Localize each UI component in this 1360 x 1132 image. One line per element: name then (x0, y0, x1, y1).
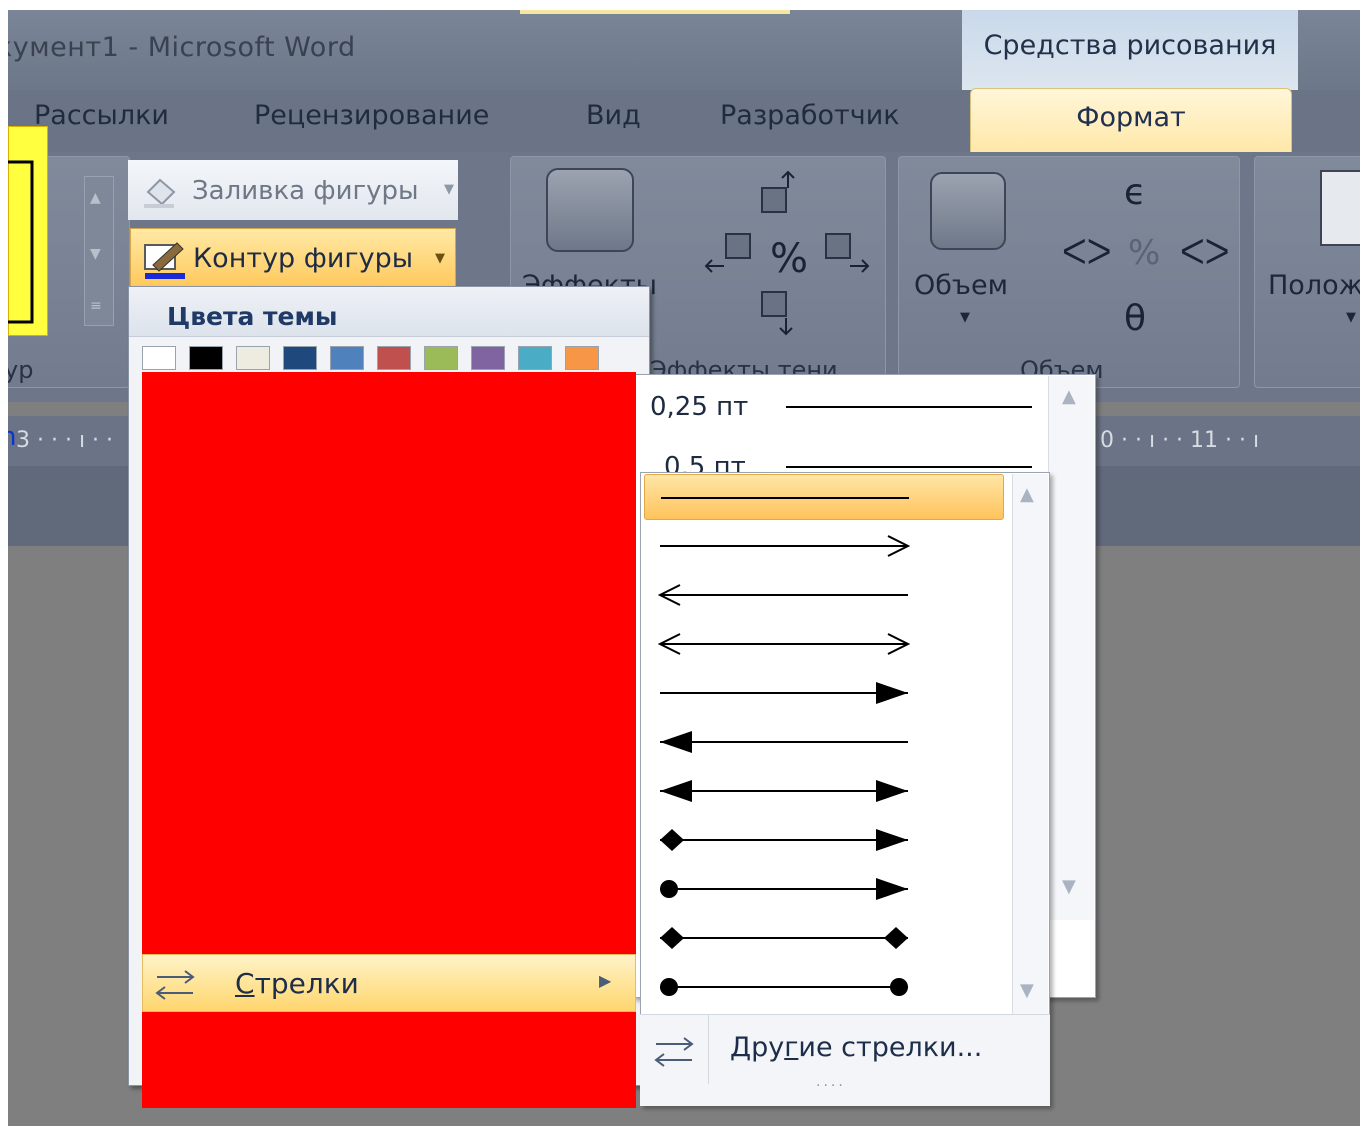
theme-color-swatch[interactable] (330, 346, 364, 370)
gallery-more-icon[interactable]: ≡ (90, 298, 102, 314)
theme-color-swatch[interactable] (236, 346, 270, 370)
arrow-style-arrow-both[interactable] (644, 621, 1004, 667)
theme-color-swatch[interactable] (471, 346, 505, 370)
drawing-tools-title: Средства рисования (983, 30, 1277, 61)
theme-colors-title: Цвета темы (167, 302, 338, 331)
svg-text:%: % (1128, 233, 1160, 273)
arrow-style-triangle-left[interactable] (644, 719, 1004, 765)
svg-text:θ: θ (1124, 298, 1146, 339)
theme-color-swatch[interactable] (518, 346, 552, 370)
svg-text:ϵ: ϵ (1124, 172, 1146, 213)
arrow-style-arrow-right-icon (660, 535, 911, 557)
pencil-outline-icon (144, 242, 185, 279)
arrow-style-triangle-right-icon (660, 682, 908, 704)
volume-dropdown-icon[interactable]: ▼ (960, 310, 970, 325)
arrow-style-diamond-triangle[interactable] (644, 817, 1004, 863)
arrow-style-oval-triangle-icon (660, 878, 908, 900)
arrow-scroll-up-icon[interactable]: ▲ (1020, 484, 1034, 505)
arrow-style-triangle-both-icon (660, 780, 908, 802)
tab-mailings[interactable]: Рассылки (34, 100, 169, 131)
tab-review[interactable]: Рецензирование (254, 100, 489, 131)
svg-text:%: % (770, 236, 808, 282)
shadow-nudge-icons[interactable]: % (700, 168, 870, 338)
arrow-style-oval-oval[interactable] (644, 964, 1004, 1010)
arrow-style-triangle-left-icon (660, 731, 908, 753)
tilt-icons[interactable]: ϵ ᐸᐳ % ᐸᐳ θ (1052, 166, 1232, 346)
gallery-down-icon[interactable]: ▼ (90, 246, 101, 262)
outline-dropdown-icon: ▼ (435, 251, 445, 266)
position-dropdown-icon[interactable]: ▼ (1346, 310, 1356, 325)
weight-scroll-up-icon[interactable]: ▲ (1062, 386, 1076, 407)
app-window: кумент1 - Microsoft Word Средства рисова… (8, 10, 1360, 1126)
weight-option-025[interactable]: 0,25 пт (650, 392, 748, 422)
arrow-style-triangle-both[interactable] (644, 768, 1004, 814)
weight-scroll-down-icon[interactable]: ▼ (1062, 876, 1076, 897)
shape-fill-button[interactable]: Заливка фигуры ▼ (128, 160, 458, 220)
arrow-style-arrow-left[interactable] (644, 572, 1004, 618)
tab-view[interactable]: Вид (586, 100, 641, 131)
arrow-style-diamond-diamond[interactable] (644, 915, 1004, 961)
more-arrows-divider (708, 1014, 709, 1084)
shape-fill-label: Заливка фигуры (192, 176, 419, 206)
shape-outline-label: Контур фигуры (193, 243, 414, 274)
arrow-style-arrow-right[interactable] (644, 523, 1004, 569)
theme-colors-header: Цвета темы (129, 287, 649, 337)
tab-developer[interactable]: Разработчик (720, 100, 900, 131)
theme-color-swatch[interactable] (142, 346, 176, 370)
black-outline (8, 160, 34, 324)
resize-grip-icon[interactable]: ···· (816, 1078, 846, 1094)
volume-3d-icon[interactable] (930, 172, 1006, 250)
left-link-fragment: n (8, 422, 17, 452)
tab-format[interactable]: Формат (970, 102, 1292, 133)
paint-bucket-icon (144, 178, 176, 208)
svg-text:ᐸᐳ: ᐸᐳ (1062, 233, 1112, 273)
arrow-style-arrow-both-icon (657, 633, 911, 655)
position-label[interactable]: Полож (1268, 270, 1360, 301)
more-arrows-icon (654, 1037, 694, 1067)
theme-color-swatch[interactable] (565, 346, 599, 370)
weight-line-025 (786, 406, 1032, 408)
arrow-style-oval-triangle[interactable] (644, 866, 1004, 912)
fill-dropdown-icon: ▼ (444, 182, 454, 197)
theme-color-swatch[interactable] (424, 346, 458, 370)
volume-label[interactable]: Объем (914, 270, 1008, 301)
arrow-style-line[interactable] (644, 474, 1004, 520)
arrow-scroll-down-icon[interactable]: ▼ (1020, 980, 1034, 1001)
svg-text:ᐸᐳ: ᐸᐳ (1180, 233, 1230, 273)
styles-group-label: ур (8, 356, 34, 384)
arrow-style-oval-oval-icon (660, 978, 908, 996)
arrow-style-diamond-triangle-icon (660, 829, 908, 851)
title-highlight (520, 10, 790, 14)
shape-outline-button[interactable]: Контур фигуры ▼ (130, 228, 456, 288)
gallery-up-icon[interactable]: ▲ (90, 190, 101, 206)
arrow-style-triangle-right[interactable] (644, 670, 1004, 716)
window-title: кумент1 - Microsoft Word (8, 32, 356, 63)
theme-color-swatch[interactable] (189, 346, 223, 370)
arrow-style-diamond-diamond-icon (660, 927, 908, 949)
shadow-effects-icon[interactable] (546, 168, 634, 252)
more-arrows-label[interactable]: Другие стрелки... (730, 1032, 982, 1063)
arrow-styles-scrollbar[interactable] (1012, 474, 1048, 1014)
arrows-item-label: Стрелки (235, 967, 359, 1000)
weight-line-05 (786, 466, 1032, 468)
arrows-icon (155, 970, 195, 1000)
position-icon[interactable] (1320, 170, 1360, 246)
ruler-right-marks: 0 · · ı · · 11 · · ı (1100, 428, 1260, 453)
arrow-style-line-icon (661, 497, 909, 499)
theme-color-swatch[interactable] (283, 346, 317, 370)
weight-scrollbar[interactable] (1048, 376, 1094, 920)
ruler-left-marks: 3 · · · ı · · (16, 428, 114, 453)
theme-color-swatch[interactable] (377, 346, 411, 370)
menu-item-arrows[interactable]: Стрелки ▶ (142, 954, 636, 1012)
submenu-chevron-icon: ▶ (599, 971, 612, 990)
arrow-style-arrow-left-icon (657, 584, 908, 606)
